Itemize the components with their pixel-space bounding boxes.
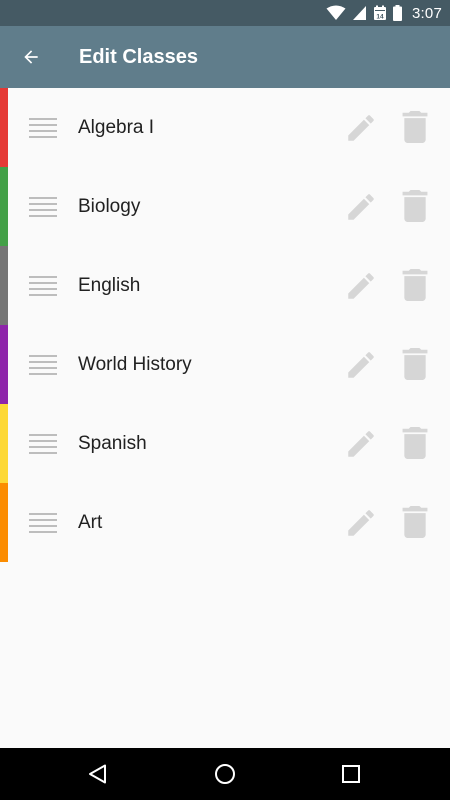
delete-icon[interactable] bbox=[402, 348, 428, 380]
class-color-stripe bbox=[0, 483, 8, 562]
delete-icon[interactable] bbox=[402, 269, 428, 301]
class-row: Art bbox=[0, 483, 450, 562]
class-name: Art bbox=[78, 512, 103, 533]
class-name: English bbox=[78, 275, 141, 296]
status-icons: 14 3:07 bbox=[326, 0, 442, 26]
wifi-icon bbox=[326, 5, 346, 20]
class-color-stripe bbox=[0, 88, 8, 167]
status-bar: 14 3:07 bbox=[0, 0, 450, 26]
calendar-notification-icon: 14 bbox=[374, 5, 386, 21]
home-nav-button[interactable] bbox=[195, 748, 255, 800]
drag-handle-icon[interactable] bbox=[29, 275, 57, 297]
edit-icon[interactable] bbox=[344, 111, 378, 145]
class-name: Algebra I bbox=[78, 117, 155, 138]
square-recents-icon bbox=[342, 765, 360, 783]
edit-icon[interactable] bbox=[344, 348, 378, 382]
class-row: English bbox=[0, 246, 450, 325]
class-color-stripe bbox=[0, 167, 8, 246]
class-row: Spanish bbox=[0, 404, 450, 483]
page-title: Edit Classes bbox=[79, 46, 198, 68]
class-name: Biology bbox=[78, 196, 141, 217]
class-color-stripe bbox=[0, 325, 8, 404]
class-color-stripe bbox=[0, 246, 8, 325]
svg-text:14: 14 bbox=[376, 14, 384, 21]
back-button[interactable] bbox=[12, 38, 50, 76]
app-bar: Edit Classes bbox=[0, 26, 450, 88]
circle-home-icon bbox=[215, 764, 235, 784]
edit-icon[interactable] bbox=[344, 269, 378, 303]
edit-icon[interactable] bbox=[344, 506, 378, 540]
drag-handle-icon[interactable] bbox=[29, 117, 57, 139]
class-row: World History bbox=[0, 325, 450, 404]
drag-handle-icon[interactable] bbox=[29, 196, 57, 218]
class-row: Algebra I bbox=[0, 88, 450, 167]
battery-icon bbox=[393, 5, 402, 21]
class-name: Spanish bbox=[78, 433, 147, 454]
class-name: World History bbox=[78, 354, 192, 375]
class-list: Algebra I Biology English World History … bbox=[0, 88, 450, 562]
drag-handle-icon[interactable] bbox=[29, 433, 57, 455]
edit-icon[interactable] bbox=[344, 190, 378, 224]
delete-icon[interactable] bbox=[402, 506, 428, 538]
cell-signal-icon bbox=[353, 6, 366, 20]
status-time: 3:07 bbox=[412, 4, 442, 22]
delete-icon[interactable] bbox=[402, 111, 428, 143]
delete-icon[interactable] bbox=[402, 427, 428, 459]
delete-icon[interactable] bbox=[402, 190, 428, 222]
navigation-bar bbox=[0, 748, 450, 800]
triangle-back-icon bbox=[89, 764, 106, 784]
drag-handle-icon[interactable] bbox=[29, 354, 57, 376]
class-color-stripe bbox=[0, 404, 8, 483]
arrow-back-icon bbox=[24, 50, 38, 64]
drag-handle-icon[interactable] bbox=[29, 512, 57, 534]
class-row: Biology bbox=[0, 167, 450, 246]
edit-icon[interactable] bbox=[344, 427, 378, 461]
recents-nav-button[interactable] bbox=[321, 748, 381, 800]
back-nav-button[interactable] bbox=[68, 748, 128, 800]
